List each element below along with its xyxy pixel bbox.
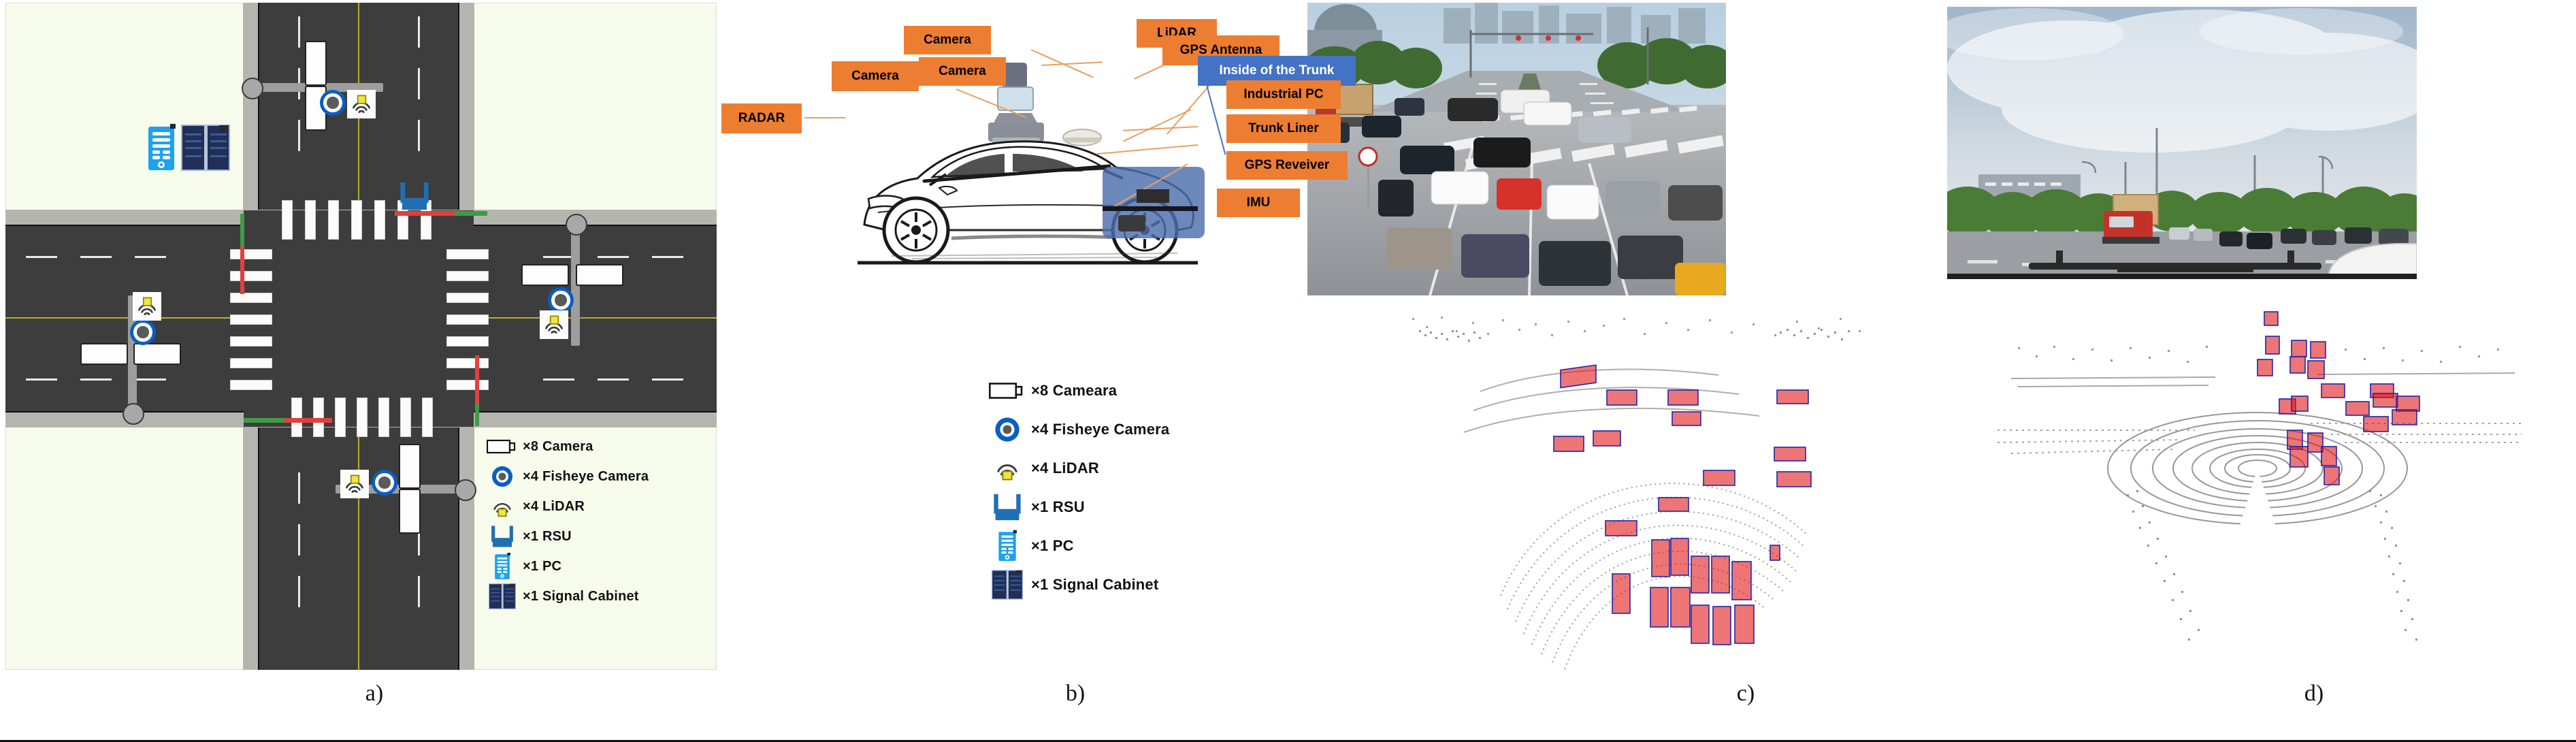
legend-label: ×8 Cameara	[1031, 381, 1118, 399]
signal-cabinet-icon	[482, 583, 523, 610]
fisheye-camera-icon-west	[130, 319, 156, 345]
legend-label: ×4 LiDAR	[523, 498, 585, 514]
pc-icon	[482, 553, 523, 580]
trunk-liner-bar	[1103, 206, 1198, 211]
junction-box	[244, 210, 474, 427]
label-industrial-pc: Industrial PC	[1226, 80, 1341, 109]
lidar-icon	[482, 493, 523, 520]
lidar-icon-west	[133, 292, 161, 321]
panel-b-vehicle-sensors: Camera Camera LiDAR GPS Antenna Camera R…	[721, 0, 1356, 671]
stopbar-north-green	[455, 211, 487, 216]
signal-cabinet-icon-intersection	[181, 124, 230, 172]
lidar-icon-south	[340, 470, 369, 498]
fisheye-camera-icon-east	[548, 287, 574, 313]
legend-label: ×1 Signal Cabinet	[523, 588, 639, 604]
panel-a-roadside-layout: ×8 Camera ×4 Fisheye Camera ×4 LiDAR ×1 …	[5, 3, 717, 670]
legend-label: ×1 RSU	[1031, 498, 1085, 515]
camera-icon	[482, 433, 523, 460]
industrial-pc-device	[1137, 189, 1169, 203]
stopbar-west-red	[240, 246, 244, 294]
camera-unit-south-b	[399, 489, 421, 534]
caption-b: b)	[1065, 681, 1086, 706]
legend-item-pc: ×1 PC	[983, 526, 1242, 565]
legend-label: ×1 Signal Cabinet	[1031, 575, 1159, 593]
camera-unit-east-a	[521, 264, 569, 286]
legend-label: ×4 Fisheye Camera	[523, 468, 649, 484]
vehicle-camera-photo	[1947, 7, 2417, 279]
lidar-icon	[983, 452, 1031, 485]
rsu-icon-intersection	[400, 181, 429, 211]
lidar-icon-east	[540, 310, 568, 339]
stopbar-west-green	[240, 214, 244, 246]
pole-base-west	[123, 403, 144, 425]
legend-item-fisheye-camera: ×4 Fisheye Camera	[482, 462, 717, 491]
caption-d: d)	[2304, 681, 2324, 706]
legend-label: ×1 PC	[1031, 536, 1074, 554]
pole-base-south	[455, 479, 476, 501]
pc-icon-intersection	[147, 124, 176, 172]
fisheye-camera-icon-north	[320, 90, 346, 116]
panel-b-legend: ×8 Cameara ×4 Fisheye Camera ×4 LiDAR ×1…	[983, 371, 1242, 604]
label-trunk-liner: Trunk Liner	[1226, 114, 1341, 143]
label-camera-top-1: Camera	[904, 26, 991, 54]
leader-radar	[804, 117, 845, 118]
legend-item-fisheye-camera: ×4 Fisheye Camera	[983, 410, 1242, 449]
legend-item-lidar: ×4 LiDAR	[983, 449, 1242, 487]
stopbar-north-red	[395, 211, 455, 216]
pole-base-east	[566, 214, 587, 236]
panel-d-vehicle-view	[1936, 0, 2573, 671]
legend-label: ×4 Fisheye Camera	[1031, 420, 1170, 438]
legend-item-camera: ×8 Cameara	[983, 371, 1242, 410]
legend-item-signal-cabinet: ×1 Signal Cabinet	[983, 565, 1242, 604]
label-camera-side: Camera	[832, 61, 919, 91]
legend-label: ×8 Camera	[523, 438, 593, 454]
imu-device	[1118, 215, 1145, 231]
signal-cabinet-icon	[983, 568, 1031, 601]
label-camera-top-2: Camera	[919, 57, 1006, 86]
legend-label: ×4 LiDAR	[1031, 459, 1100, 477]
roadside-point-cloud	[1399, 310, 1889, 671]
pole-base-north	[242, 78, 263, 99]
roadside-camera-photo	[1307, 3, 1726, 295]
legend-label: ×1 RSU	[523, 528, 572, 544]
fisheye-camera-icon	[983, 413, 1031, 446]
legend-item-camera: ×8 Camera	[482, 432, 717, 462]
fisheye-camera-icon-south	[372, 470, 397, 496]
center-line-east	[477, 317, 717, 319]
stopbar-south-green	[244, 418, 284, 423]
rsu-icon	[983, 491, 1031, 523]
stopbar-east-red	[475, 355, 479, 403]
caption-c: c)	[1736, 681, 1755, 706]
legend-label: ×1 PC	[523, 558, 562, 574]
figure-root: ×8 Camera ×4 Fisheye Camera ×4 LiDAR ×1 …	[0, 0, 2576, 742]
label-imu: IMU	[1217, 189, 1300, 217]
rsu-icon	[482, 523, 523, 550]
lidar-icon-north	[347, 90, 376, 118]
pc-icon	[983, 530, 1031, 562]
center-line-west	[5, 317, 240, 319]
label-radar: RADAR	[721, 103, 802, 133]
label-gps-receiver: GPS Reveiver	[1226, 151, 1348, 180]
camera-unit-west-b	[133, 343, 181, 365]
caption-a: a)	[365, 681, 384, 706]
stopbar-south-red	[284, 418, 332, 423]
legend-item-rsu: ×1 RSU	[983, 487, 1242, 526]
legend-item-pc: ×1 PC	[482, 551, 717, 581]
legend-item-lidar: ×4 LiDAR	[482, 491, 717, 521]
legend-item-rsu: ×1 RSU	[482, 521, 717, 551]
center-line-south	[358, 430, 359, 670]
panel-a-legend: ×8 Camera ×4 Fisheye Camera ×4 LiDAR ×1 …	[482, 432, 717, 611]
camera-unit-west-a	[80, 343, 128, 365]
panel-c-roadside-view	[1297, 0, 1929, 671]
camera-unit-north-a	[305, 41, 327, 86]
camera-icon	[983, 374, 1031, 407]
legend-item-signal-cabinet: ×1 Signal Cabinet	[482, 581, 717, 611]
camera-unit-south-a	[399, 444, 421, 489]
fisheye-camera-icon	[482, 463, 523, 490]
camera-unit-east-b	[576, 264, 623, 286]
vehicle-point-cloud	[1991, 306, 2528, 671]
stopbar-east-green	[475, 403, 479, 426]
